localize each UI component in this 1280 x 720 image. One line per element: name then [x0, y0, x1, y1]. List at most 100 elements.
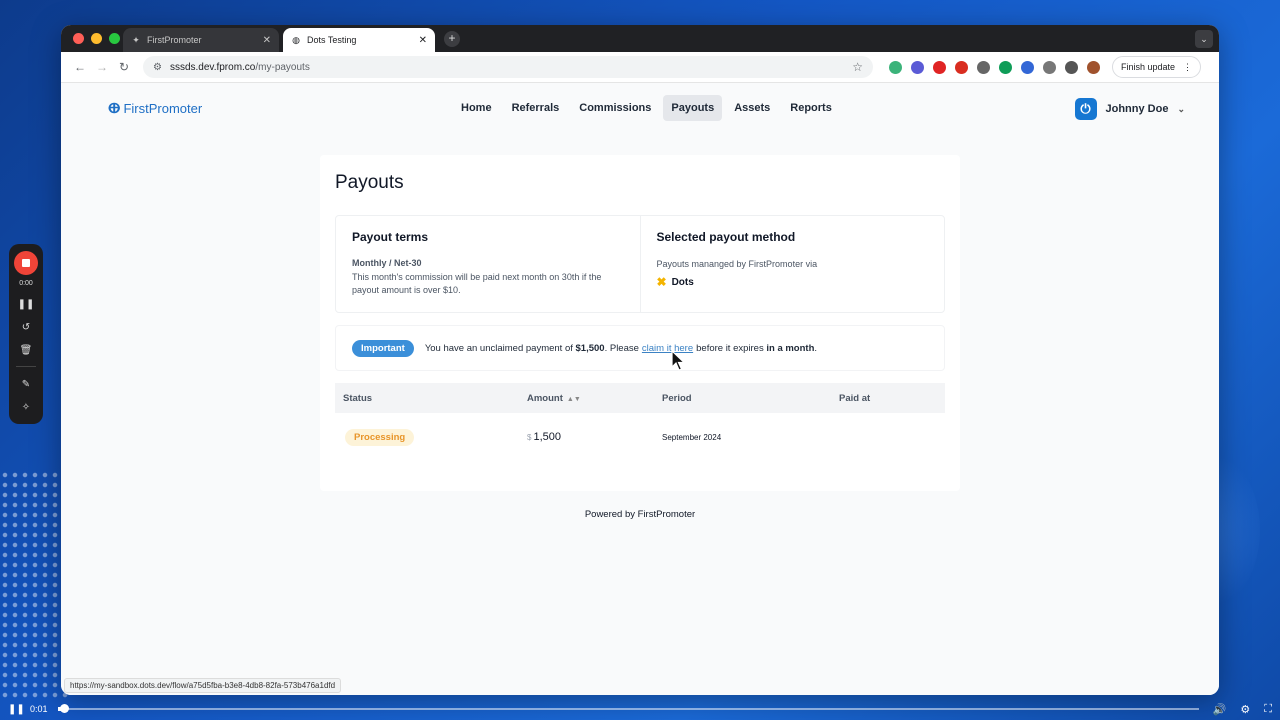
tab-title: Dots Testing	[307, 35, 357, 45]
nav-home[interactable]: Home	[453, 95, 500, 121]
back-arrow-icon[interactable]: ←	[69, 60, 91, 74]
alert-text-after: before it expires	[696, 342, 764, 354]
main-navigation: Home Referrals Commissions Payouts Asset…	[453, 95, 840, 121]
page-title: Payouts	[335, 172, 404, 193]
payouts-table: Status Amount ▲▼ Period Paid at Processin…	[335, 383, 945, 461]
close-tab-icon[interactable]: ✕	[419, 35, 427, 46]
tab-search-button[interactable]: ⌄	[1195, 30, 1213, 48]
powered-by-footer: Powered by FirstPromoter	[584, 509, 696, 520]
alert-text: You have an unclaimed payment of $1,500.…	[425, 343, 817, 354]
payout-provider: ✖ Dots	[657, 275, 929, 289]
minimize-window-button[interactable]	[91, 33, 102, 44]
link-status-url: https://my-sandbox.dots.dev/flow/a75d5fb…	[64, 678, 342, 693]
site-settings-icon[interactable]: ⚙	[153, 62, 162, 73]
nav-commissions[interactable]: Commissions	[571, 95, 659, 121]
header-amount[interactable]: Amount ▲▼	[527, 393, 662, 404]
close-tab-icon[interactable]: ✕	[263, 35, 271, 46]
profile-avatar[interactable]	[1087, 60, 1100, 74]
address-bar[interactable]: ⚙ sssds.dev.fprom.co/my-payouts ☆	[143, 56, 873, 78]
payout-terms-heading: Payout terms	[352, 230, 429, 244]
power-icon: ⏻	[1074, 98, 1097, 120]
sort-icon[interactable]: ▲▼	[567, 396, 581, 403]
forward-arrow-icon[interactable]: →	[91, 60, 113, 74]
extension-icon[interactable]	[933, 60, 946, 74]
pen-icon[interactable]: ✎	[22, 379, 30, 390]
extension-icon[interactable]	[889, 60, 902, 74]
settings-gear-icon[interactable]: ⚙	[1240, 703, 1250, 716]
payout-method-heading: Selected payout method	[656, 230, 796, 244]
tab-firstpromoter[interactable]: ✦ FirstPromoter ✕	[123, 28, 279, 52]
chevron-down-icon: ⌄	[1177, 103, 1185, 114]
extension-icon[interactable]	[955, 60, 968, 74]
mouse-cursor-icon	[671, 349, 686, 371]
alert-amount: $1,500	[575, 342, 605, 354]
background-dots-decoration	[0, 470, 70, 700]
divider	[16, 366, 36, 367]
tab-dots-testing[interactable]: ◍ Dots Testing ✕	[283, 28, 435, 52]
row-status: Processing	[335, 428, 527, 446]
header-period: Period	[662, 392, 692, 404]
alert-text-please: . Please	[604, 342, 639, 354]
payout-provider-name: Dots	[671, 276, 694, 288]
screen-recorder-widget: 0:00 ❚❚ ↺ 🗑 ✎ ✧	[9, 244, 43, 424]
amount-value: 1,500	[533, 431, 561, 443]
new-tab-button[interactable]: +	[444, 31, 460, 47]
shield-extension-icon[interactable]	[977, 60, 990, 74]
alert-text-end: .	[814, 342, 818, 354]
payout-terms-description: This month's commission will be paid nex…	[352, 272, 602, 295]
effects-icon[interactable]: ✧	[22, 402, 30, 413]
page-content: ⴲ FirstPromoter Home Referrals Commissio…	[61, 83, 1219, 695]
table-header: Status Amount ▲▼ Period Paid at	[335, 383, 945, 413]
important-badge: Important	[352, 339, 414, 357]
extensions-bar	[889, 60, 1100, 74]
volume-icon[interactable]: 🔊	[1213, 703, 1227, 716]
nav-assets[interactable]: Assets	[726, 95, 778, 121]
payout-info-panel: Payout terms Monthly / Net-30 This month…	[335, 215, 945, 313]
maximize-window-button[interactable]	[109, 33, 120, 44]
currency-symbol: $	[527, 433, 532, 442]
claim-payment-link[interactable]: claim it here	[642, 343, 693, 354]
nav-referrals[interactable]: Referrals	[504, 95, 568, 121]
firstpromoter-logo[interactable]: ⴲ FirstPromoter	[108, 100, 202, 117]
logo-mark-icon: ⴲ	[108, 100, 121, 116]
password-extension-icon[interactable]	[1021, 60, 1034, 74]
row-period: September 2024	[662, 432, 722, 442]
extension-icon[interactable]	[999, 60, 1012, 74]
globe-favicon-icon: ◍	[292, 35, 300, 45]
user-menu[interactable]: ⏻ Johnny Doe ⌄	[1074, 98, 1185, 120]
download-icon[interactable]	[1065, 60, 1078, 74]
extension-icon[interactable]	[911, 60, 924, 74]
row-amount: $1,500	[527, 431, 662, 443]
trash-icon[interactable]: 🗑	[20, 345, 33, 356]
finish-update-button[interactable]: Finish update ⋮	[1112, 56, 1202, 78]
payout-method-description: Payouts mananged by FirstPromoter via	[656, 259, 818, 269]
payout-schedule: Monthly / Net-30	[352, 258, 422, 268]
stop-icon	[22, 259, 30, 267]
video-progress-bar[interactable]	[57, 704, 1199, 713]
nav-reports[interactable]: Reports	[782, 95, 840, 121]
url-path: /my-payouts	[255, 61, 310, 73]
close-window-button[interactable]	[73, 33, 84, 44]
status-badge: Processing	[345, 428, 415, 446]
bookmark-star-icon[interactable]: ☆	[852, 60, 863, 74]
more-menu-icon[interactable]: ⋮	[1183, 62, 1192, 73]
table-row: Processing $1,500 September 2024	[335, 413, 945, 461]
tab-title: FirstPromoter	[147, 35, 202, 45]
pause-icon[interactable]: ❚❚	[8, 704, 25, 715]
stop-recording-button[interactable]	[14, 251, 38, 275]
recording-time: 0:00	[19, 280, 33, 287]
header-paid-at: Paid at	[839, 392, 871, 404]
restart-icon[interactable]: ↺	[22, 322, 30, 333]
url-host: sssds.dev.fprom.co	[169, 61, 256, 73]
site-header: ⴲ FirstPromoter Home Referrals Commissio…	[61, 83, 1219, 135]
nav-payouts[interactable]: Payouts	[663, 95, 723, 121]
video-scrubber-handle[interactable]	[60, 704, 70, 713]
puzzle-extensions-icon[interactable]	[1043, 60, 1056, 74]
pause-icon[interactable]: ❚❚	[18, 299, 35, 310]
payout-method-section: Selected payout method Payouts mananged …	[639, 216, 945, 312]
video-controls: ❚❚ 0:01 🔊 ⚙ ⛶	[0, 698, 1280, 720]
browser-tab-bar: ✦ FirstPromoter ✕ ◍ Dots Testing ✕ + ⌄	[61, 25, 1219, 52]
firstpromoter-favicon-icon: ✦	[132, 35, 140, 45]
reload-icon[interactable]: ↻	[113, 60, 135, 74]
fullscreen-icon[interactable]: ⛶	[1264, 703, 1272, 716]
